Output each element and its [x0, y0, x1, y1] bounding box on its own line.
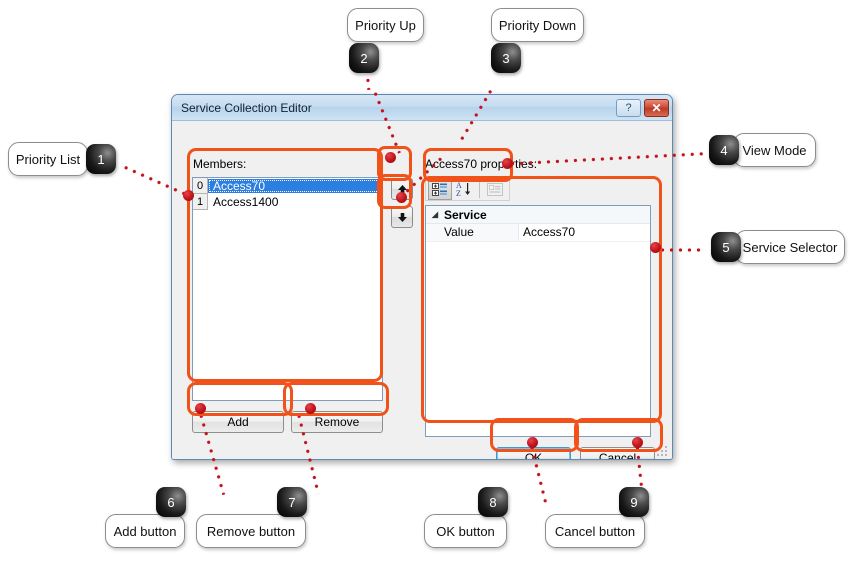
table-row[interactable]: Value Access70: [426, 224, 650, 242]
anchor-dot-7: [305, 403, 316, 414]
callout-label-7: Remove button: [196, 514, 306, 548]
property-value[interactable]: Access70: [518, 224, 650, 241]
callout-badge-7: 7: [277, 487, 307, 517]
callout-badge-1: 1: [86, 144, 116, 174]
dialog-titlebar[interactable]: Service Collection Editor ? ✕: [172, 95, 672, 121]
list-item-label: Access70: [208, 179, 382, 193]
anchor-dot-4: [502, 158, 513, 169]
move-down-button[interactable]: [391, 206, 413, 228]
callout-label-4: View Mode: [733, 133, 816, 167]
leader-line-5: [658, 248, 706, 252]
list-item-index: 0: [193, 178, 208, 194]
callout-label-5: Service Selector: [735, 230, 845, 264]
dialog-title: Service Collection Editor: [181, 100, 312, 115]
callout-badge-8: 8: [478, 487, 508, 517]
help-icon[interactable]: ?: [616, 98, 641, 117]
property-grid[interactable]: ◢ Service Value Access70: [425, 205, 651, 437]
categorized-view-button[interactable]: [428, 178, 452, 200]
cancel-button[interactable]: Cancel: [580, 447, 655, 459]
property-pages-button[interactable]: [483, 179, 507, 200]
list-item[interactable]: 0 Access70: [193, 178, 382, 194]
service-collection-editor-dialog: Service Collection Editor ? ✕ Members: A…: [171, 94, 673, 460]
list-item-label: Access1400: [213, 195, 279, 209]
property-grid-toolbar: A Z: [425, 177, 510, 201]
arrow-down-icon: [397, 212, 407, 222]
anchor-dot-2: [385, 152, 396, 163]
alphabetical-sort-icon: A Z: [456, 181, 471, 197]
callout-badge-6: 6: [156, 487, 186, 517]
resize-grip[interactable]: [656, 445, 669, 458]
callout-label-8: OK button: [424, 514, 507, 548]
anchor-dot-6: [195, 403, 206, 414]
list-item-index: 1: [193, 194, 208, 210]
property-category-label: Service: [444, 207, 487, 222]
anchor-dot-3: [396, 192, 407, 203]
anchor-dot-5: [650, 242, 661, 253]
collapse-triangle-icon[interactable]: ◢: [426, 210, 444, 219]
dialog-body: Members: Access70 properties: 0 Access70…: [172, 121, 672, 459]
members-listbox[interactable]: 0 Access70 1 Access1400: [192, 177, 383, 401]
svg-text:Z: Z: [456, 189, 461, 197]
callout-label-3: Priority Down: [491, 8, 584, 42]
callout-badge-2: 2: [349, 43, 379, 73]
list-item[interactable]: 1 Access1400: [193, 194, 382, 210]
remove-button[interactable]: Remove: [291, 411, 383, 433]
callout-badge-4: 4: [709, 135, 739, 165]
close-icon[interactable]: ✕: [644, 98, 669, 117]
property-category-row[interactable]: ◢ Service: [426, 206, 650, 224]
callout-badge-3: 3: [491, 43, 521, 73]
anchor-dot-1: [183, 190, 194, 201]
callout-label-9: Cancel button: [545, 514, 645, 548]
callout-label-1: Priority List: [8, 142, 88, 176]
callout-badge-5: 5: [711, 232, 741, 262]
toolbar-separator: [479, 180, 480, 198]
anchor-dot-9: [632, 437, 643, 448]
categorized-view-icon: [432, 182, 447, 196]
property-name: Value: [426, 224, 518, 241]
anchor-dot-8: [527, 437, 538, 448]
members-label: Members:: [193, 157, 247, 171]
callout-badge-9: 9: [619, 487, 649, 517]
alphabetical-sort-button[interactable]: A Z: [452, 179, 476, 200]
property-pages-icon: [487, 182, 503, 196]
callout-label-2: Priority Up: [347, 8, 424, 42]
callout-label-6: Add button: [105, 514, 185, 548]
